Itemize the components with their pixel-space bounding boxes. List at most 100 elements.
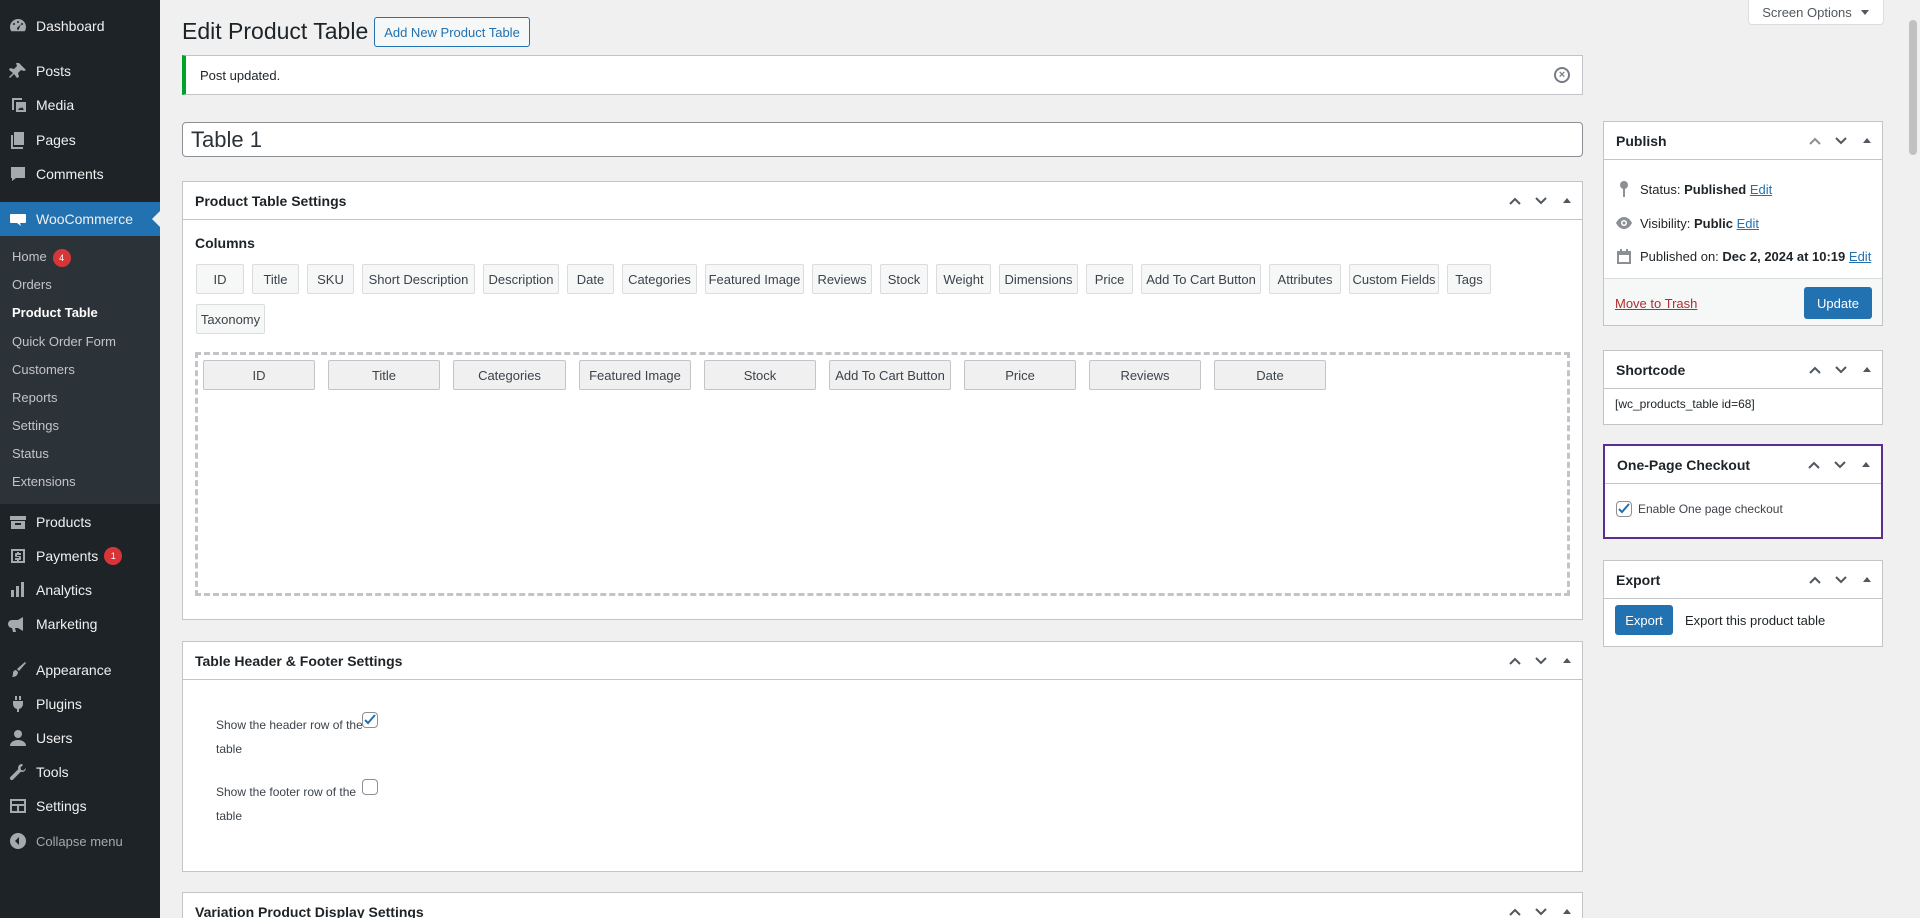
postbox-header: Publish <box>1604 122 1882 160</box>
notification-badge: 4 <box>52 248 71 267</box>
sidebar-item-analytics[interactable]: Analytics <box>0 573 160 607</box>
toggle-panel-icon[interactable] <box>1857 456 1875 474</box>
column-option[interactable]: ID <box>196 264 244 294</box>
column-option[interactable]: Short Description <box>362 264 475 294</box>
postbox-title: One-Page Checkout <box>1617 456 1751 473</box>
sidebar-item-woocommerce[interactable]: WooCommerce <box>0 202 160 236</box>
column-option[interactable]: Stock <box>880 264 928 294</box>
toggle-panel-icon[interactable] <box>1558 903 1576 918</box>
selected-column[interactable]: Categories <box>453 360 566 390</box>
edit-date-link[interactable]: Edit <box>1849 249 1871 264</box>
move-down-icon[interactable] <box>1832 132 1850 150</box>
column-option[interactable]: Weight <box>936 264 991 294</box>
sidebar-item-plugins[interactable]: Plugins <box>0 687 160 721</box>
sidebar-item-products[interactable]: Products <box>0 505 160 539</box>
dashboard-icon <box>0 16 36 36</box>
sidebar-item-media[interactable]: Media <box>0 88 160 122</box>
footer-row-checkbox[interactable] <box>362 779 378 795</box>
submenu-item-home[interactable]: Home 4 <box>12 247 71 267</box>
submenu-item-quick-order-form[interactable]: Quick Order Form <box>12 332 116 352</box>
submenu-item-product-table[interactable]: Product Table <box>12 303 98 323</box>
sidebar-item-payments[interactable]: Payments 1 <box>0 539 160 573</box>
move-to-trash-link[interactable]: Move to Trash <box>1615 296 1697 311</box>
page-scrollbar[interactable] <box>1906 0 1920 918</box>
column-option[interactable]: Title <box>252 264 299 294</box>
move-down-icon[interactable] <box>1832 571 1850 589</box>
move-down-icon[interactable] <box>1831 456 1849 474</box>
selected-column[interactable]: Featured Image <box>579 360 691 390</box>
sidebar-item-marketing[interactable]: Marketing <box>0 607 160 641</box>
sidebar-item-tools[interactable]: Tools <box>0 755 160 789</box>
move-down-icon[interactable] <box>1532 652 1550 670</box>
column-option[interactable]: Tags <box>1447 264 1491 294</box>
admin-sidebar: Dashboard Posts Media Pages Comments Woo… <box>0 0 160 918</box>
eye-icon <box>1616 217 1632 229</box>
post-title-input[interactable]: Table 1 <box>182 122 1583 157</box>
column-option[interactable]: Attributes <box>1269 264 1341 294</box>
main-content: Screen Options Edit Product Table Add Ne… <box>160 0 1902 918</box>
screen-options-button[interactable]: Screen Options <box>1748 0 1884 25</box>
postbox-controls <box>1806 361 1876 379</box>
edit-status-link[interactable]: Edit <box>1750 182 1772 197</box>
sidebar-item-label: Users <box>36 730 73 746</box>
move-up-icon[interactable] <box>1806 361 1824 379</box>
selected-column[interactable]: ID <box>203 360 315 390</box>
column-option[interactable]: Price <box>1086 264 1133 294</box>
toggle-panel-icon[interactable] <box>1558 652 1576 670</box>
toggle-panel-icon[interactable] <box>1858 132 1876 150</box>
selected-column[interactable]: Title <box>328 360 440 390</box>
notification-badge: 1 <box>104 547 123 565</box>
move-up-icon[interactable] <box>1506 192 1524 210</box>
enable-one-page-checkout-checkbox[interactable] <box>1616 501 1632 517</box>
column-option[interactable]: Taxonomy <box>196 304 265 334</box>
selected-column[interactable]: Date <box>1214 360 1326 390</box>
edit-visibility-link[interactable]: Edit <box>1737 216 1759 231</box>
move-down-icon[interactable] <box>1832 361 1850 379</box>
header-row-checkbox[interactable] <box>362 712 378 728</box>
move-up-icon[interactable] <box>1806 132 1824 150</box>
dismiss-notice-icon[interactable]: × <box>1554 67 1570 83</box>
column-option[interactable]: Featured Image <box>705 264 804 294</box>
sidebar-item-comments[interactable]: Comments <box>0 157 160 191</box>
selected-columns-dropzone[interactable]: ID Title Categories Featured Image Stock… <box>195 352 1570 596</box>
move-up-icon[interactable] <box>1506 652 1524 670</box>
column-option[interactable]: Date <box>567 264 614 294</box>
submenu-item-settings[interactable]: Settings <box>12 416 59 436</box>
submenu-item-extensions[interactable]: Extensions <box>12 472 76 492</box>
column-option[interactable]: SKU <box>307 264 354 294</box>
shortcode-value[interactable]: [wc_products_table id=68] <box>1615 397 1755 411</box>
column-option[interactable]: Dimensions <box>999 264 1078 294</box>
move-down-icon[interactable] <box>1532 903 1550 918</box>
selected-column[interactable]: Reviews <box>1089 360 1201 390</box>
move-up-icon[interactable] <box>1506 903 1524 918</box>
sidebar-item-settings[interactable]: Settings <box>0 789 160 823</box>
submenu-item-reports[interactable]: Reports <box>12 388 58 408</box>
selected-column[interactable]: Stock <box>704 360 816 390</box>
submenu-item-orders[interactable]: Orders <box>12 275 52 295</box>
column-option[interactable]: Custom Fields <box>1349 264 1439 294</box>
column-option[interactable]: Description <box>483 264 559 294</box>
column-option[interactable]: Add To Cart Button <box>1141 264 1261 294</box>
sidebar-item-posts[interactable]: Posts <box>0 54 160 88</box>
move-up-icon[interactable] <box>1805 456 1823 474</box>
submenu-item-status[interactable]: Status <box>12 444 49 464</box>
toggle-panel-icon[interactable] <box>1558 192 1576 210</box>
collapse-menu-button[interactable]: Collapse menu <box>0 824 160 858</box>
column-option[interactable]: Categories <box>622 264 697 294</box>
sidebar-item-pages[interactable]: Pages <box>0 123 160 157</box>
selected-column[interactable]: Add To Cart Button <box>829 360 951 390</box>
move-down-icon[interactable] <box>1532 192 1550 210</box>
move-up-icon[interactable] <box>1806 571 1824 589</box>
export-button[interactable]: Export <box>1615 605 1673 635</box>
sidebar-item-appearance[interactable]: Appearance <box>0 653 160 687</box>
sidebar-item-users[interactable]: Users <box>0 721 160 755</box>
visibility-row: Visibility: Public Edit <box>1640 216 1759 231</box>
selected-column[interactable]: Price <box>964 360 1076 390</box>
sidebar-item-dashboard[interactable]: Dashboard <box>0 9 160 43</box>
toggle-panel-icon[interactable] <box>1858 361 1876 379</box>
update-button[interactable]: Update <box>1804 287 1872 319</box>
column-option[interactable]: Reviews <box>812 264 872 294</box>
toggle-panel-icon[interactable] <box>1858 571 1876 589</box>
submenu-item-customers[interactable]: Customers <box>12 360 75 380</box>
add-new-product-table-button[interactable]: Add New Product Table <box>374 17 530 47</box>
